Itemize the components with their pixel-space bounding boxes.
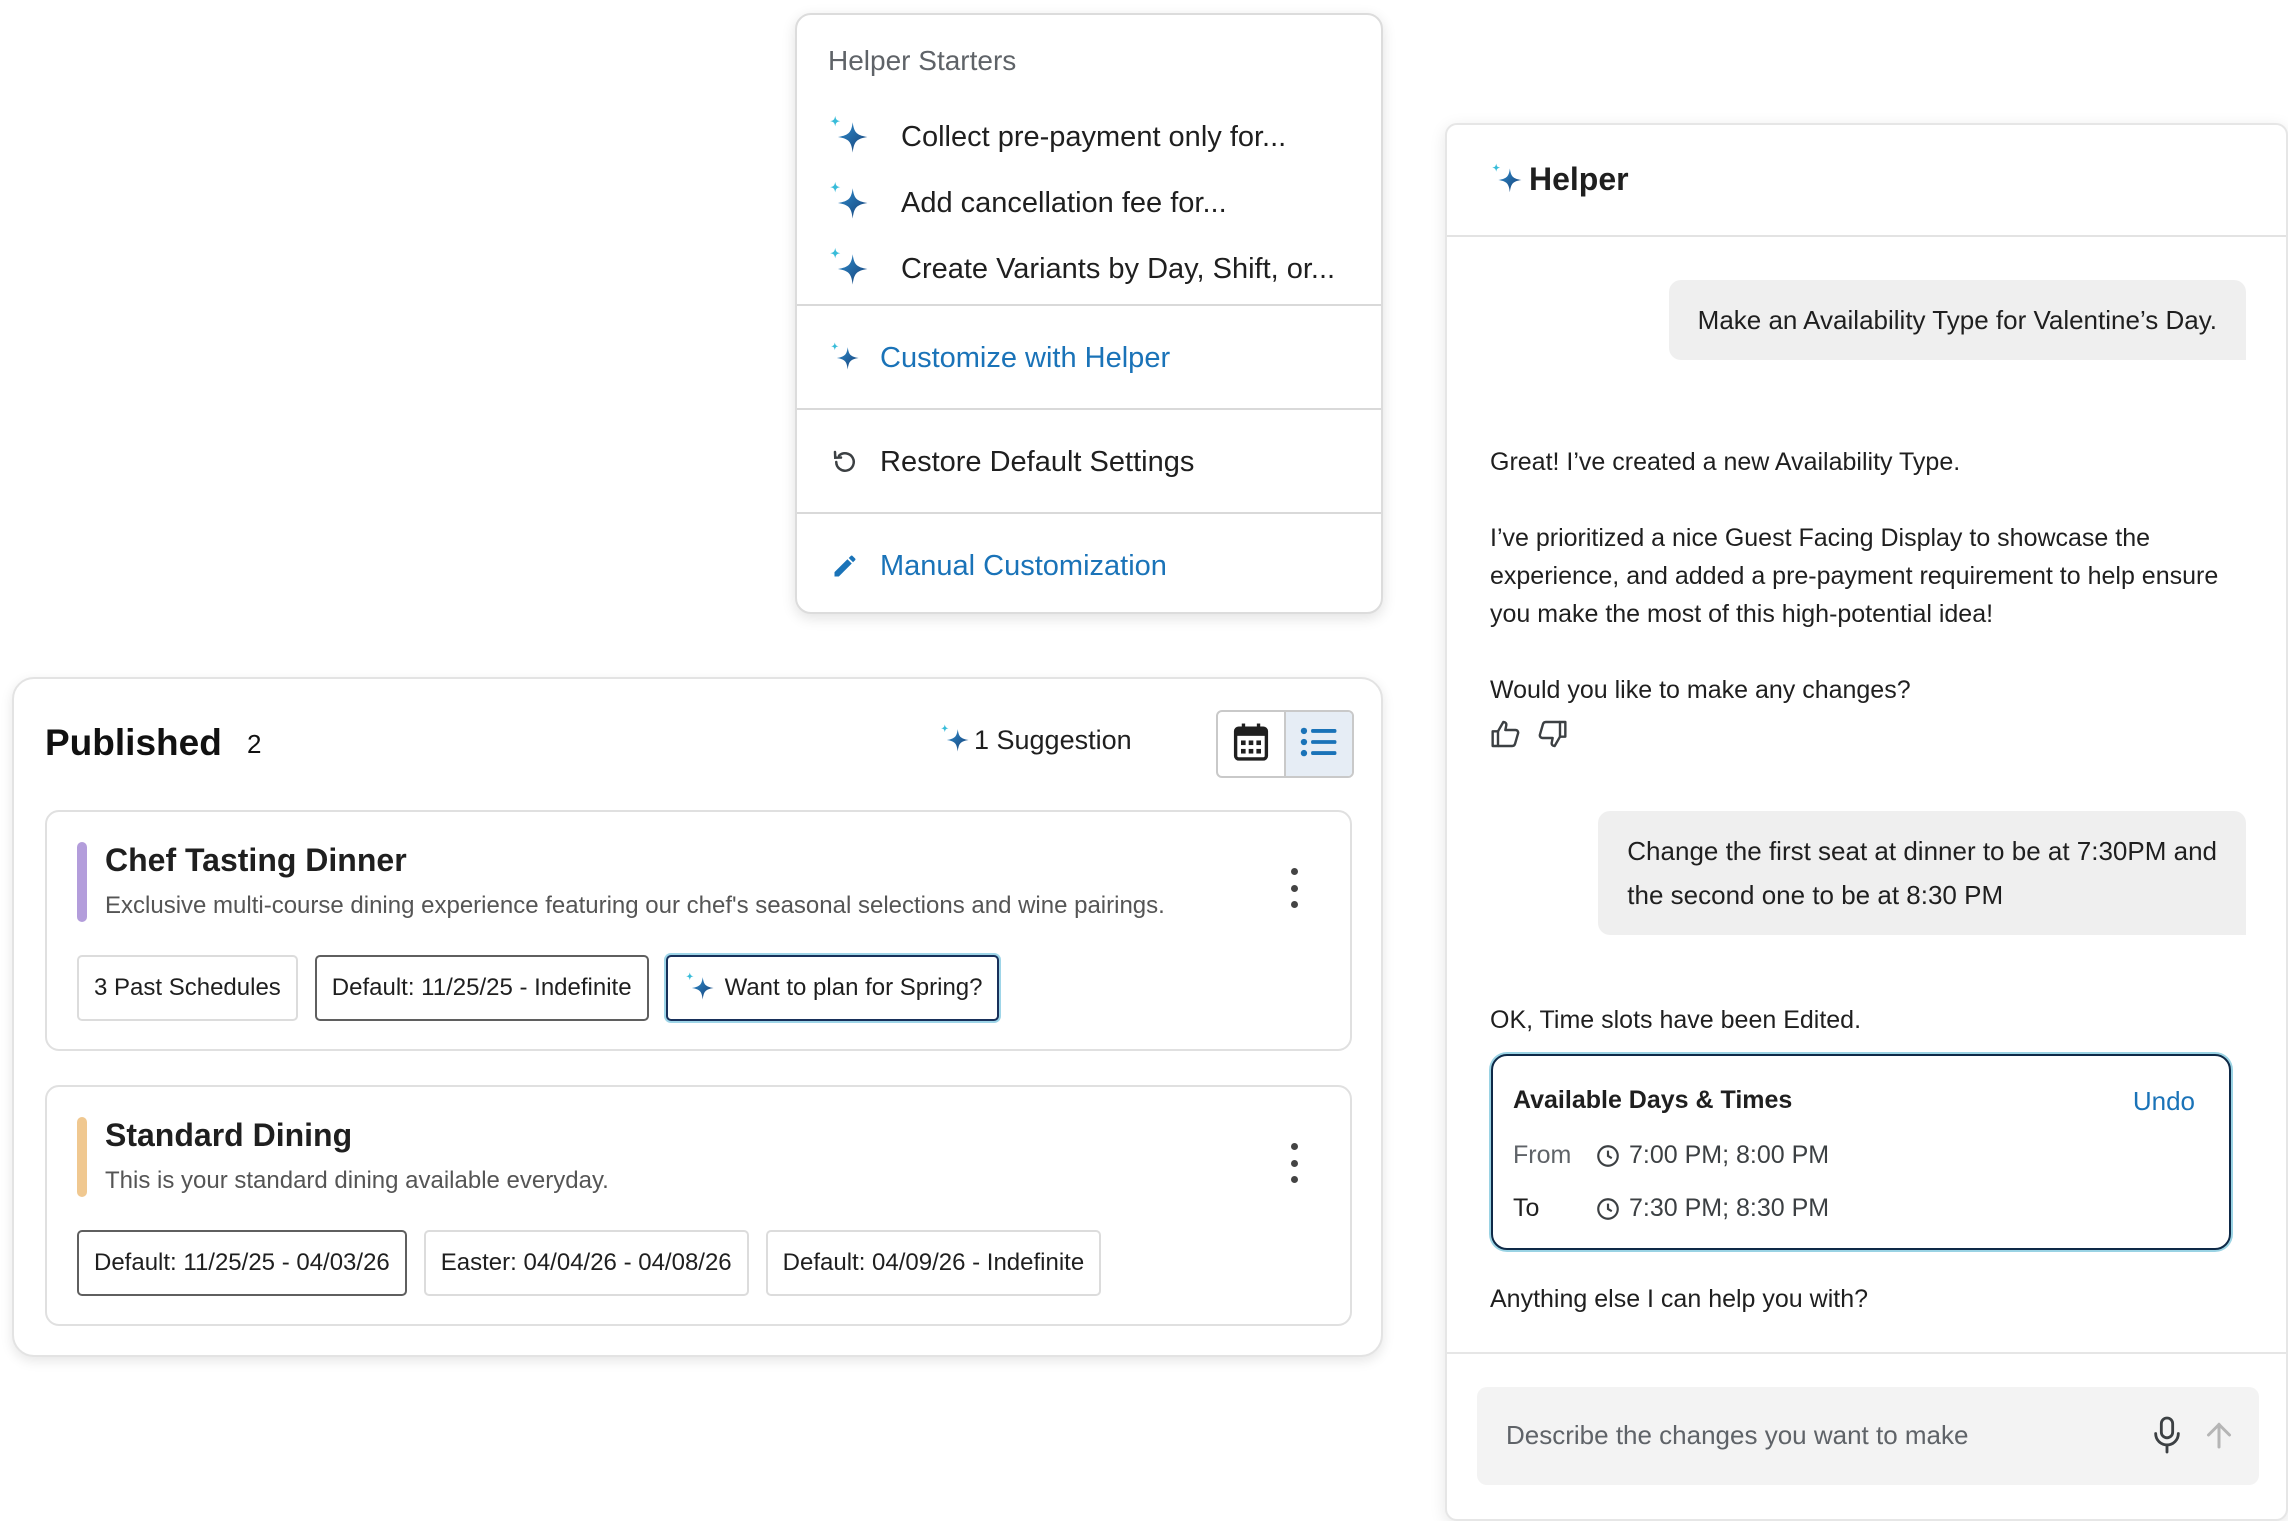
schedule-chip[interactable]: Easter: 04/04/26 - 04/08/26	[423, 1230, 749, 1296]
spring-suggestion-chip[interactable]: Want to plan for Spring?	[665, 955, 1000, 1021]
manual-customization-item[interactable]: Manual Customization	[828, 543, 1167, 589]
published-title: Published	[45, 722, 222, 763]
calendar-icon	[1232, 722, 1270, 767]
sparkle-icon	[826, 114, 872, 160]
clock-icon	[1595, 1196, 1621, 1222]
menu-divider	[797, 512, 1381, 514]
from-value: 7:00 PM; 8:00 PM	[1629, 1141, 1830, 1169]
experience-accent-bar	[77, 842, 87, 922]
starter-item-create-variants[interactable]: Create Variants by Day, Shift, or...	[826, 244, 1335, 294]
published-count: 2	[247, 729, 262, 759]
restore-default-settings-label: Restore Default Settings	[880, 445, 1195, 478]
suggestion-label: 1 Suggestion	[974, 724, 1132, 755]
user-message-text: Make an Availability Type for Valentine’…	[1697, 305, 2217, 335]
sparkle-icon	[938, 723, 972, 757]
helper-title-label: Helper	[1529, 161, 1629, 197]
customize-with-helper-item[interactable]: Customize with Helper	[828, 335, 1170, 381]
list-view-button[interactable]	[1286, 712, 1352, 776]
view-toggle	[1216, 710, 1354, 778]
helper-starters-menu: Helper Starters Collect pre-payment only…	[795, 13, 1383, 614]
experience-title: Standard Dining	[105, 1117, 353, 1153]
helper-title: Helper	[1489, 161, 1629, 198]
sparkle-icon	[683, 971, 717, 1005]
assistant-message: Would you like to make any changes?	[1490, 676, 1911, 704]
times-card-title: Available Days & Times	[1513, 1086, 1793, 1114]
kebab-menu-icon[interactable]	[1284, 1143, 1304, 1183]
experience-card-standard-dining[interactable]: Standard Dining This is your standard di…	[45, 1085, 1352, 1326]
experience-title: Chef Tasting Dinner	[105, 842, 407, 878]
list-icon	[1300, 726, 1338, 763]
kebab-menu-icon[interactable]	[1284, 868, 1304, 908]
assistant-message: Anything else I can help you with?	[1490, 1285, 1869, 1313]
starter-label: Collect pre-payment only for...	[901, 120, 1287, 153]
experience-card-chef-tasting-dinner[interactable]: Chef Tasting Dinner Exclusive multi-cour…	[45, 810, 1352, 1051]
assistant-message: OK, Time slots have been Edited.	[1490, 1006, 1862, 1034]
thumbs-down-icon[interactable]	[1536, 718, 1570, 752]
starter-label: Add cancellation fee for...	[901, 186, 1227, 219]
restore-icon	[828, 445, 862, 479]
thumbs-up-icon[interactable]	[1490, 718, 1524, 752]
from-row: From 7:00 PM; 8:00 PM	[1513, 1141, 1829, 1170]
suggestion-button[interactable]: 1 Suggestion	[938, 723, 1132, 757]
user-message-text: the second one to be at 8:30 PM	[1627, 880, 2004, 910]
spring-suggestion-label: Want to plan for Spring?	[724, 974, 983, 1001]
sparkle-icon	[828, 341, 862, 375]
experience-description: This is your standard dining available e…	[105, 1167, 609, 1194]
clock-icon	[1595, 1143, 1621, 1169]
sparkle-icon	[826, 180, 872, 226]
chat-input[interactable]: Describe the changes you want to make	[1477, 1387, 2259, 1485]
input-divider	[1447, 1352, 2286, 1354]
starter-label: Create Variants by Day, Shift, or...	[901, 252, 1336, 285]
assistant-message: Great! I’ve created a new Availability T…	[1490, 448, 1961, 476]
schedule-chips: Default: 11/25/25 - 04/03/26 Easter: 04/…	[77, 1230, 1118, 1296]
sparkle-icon	[1489, 162, 1525, 198]
sparkle-icon	[826, 246, 872, 292]
undo-button[interactable]: Undo	[2133, 1086, 2195, 1117]
published-panel: Published 2 1 Suggestion Chef Tasting Di…	[12, 677, 1383, 1357]
user-message-text: Change the first seat at dinner to be at…	[1627, 836, 2217, 866]
starter-item-cancellation-fee[interactable]: Add cancellation fee for...	[826, 178, 1227, 228]
schedule-chip[interactable]: 3 Past Schedules	[77, 955, 298, 1021]
customize-with-helper-label: Customize with Helper	[880, 341, 1171, 374]
helper-chat-panel: Helper Make an Availability Type for Val…	[1445, 123, 2288, 1521]
user-message: Make an Availability Type for Valentine’…	[1668, 280, 2246, 360]
feedback-buttons	[1490, 718, 1582, 752]
experience-accent-bar	[77, 1117, 87, 1197]
pencil-icon	[828, 549, 862, 583]
schedule-chip[interactable]: Default: 11/25/25 - Indefinite	[314, 955, 649, 1021]
user-message: Change the first seat at dinner to be at…	[1598, 811, 2246, 935]
starter-item-prepayment[interactable]: Collect pre-payment only for...	[826, 112, 1286, 162]
calendar-view-button[interactable]	[1218, 712, 1286, 776]
manual-customization-label: Manual Customization	[880, 549, 1167, 582]
send-arrow-icon[interactable]	[2201, 1417, 2237, 1453]
assistant-message: you make the most of this high-potential…	[1490, 600, 1994, 628]
schedule-chips: 3 Past Schedules Default: 11/25/25 - Ind…	[77, 955, 1016, 1021]
menu-divider	[797, 304, 1381, 306]
assistant-message: experience, and added a pre-payment requ…	[1490, 562, 2219, 590]
assistant-message: I’ve prioritized a nice Guest Facing Dis…	[1490, 524, 2151, 552]
schedule-chip[interactable]: Default: 04/09/26 - Indefinite	[765, 1230, 1102, 1296]
chat-input-placeholder: Describe the changes you want to make	[1506, 1420, 1969, 1450]
menu-divider	[797, 408, 1381, 410]
microphone-icon[interactable]	[2150, 1415, 2184, 1455]
restore-default-settings-item[interactable]: Restore Default Settings	[828, 439, 1194, 485]
experience-description: Exclusive multi-course dining experience…	[105, 892, 1165, 919]
schedule-chip[interactable]: Default: 11/25/25 - 04/03/26	[77, 1230, 407, 1296]
to-value: 7:30 PM; 8:30 PM	[1629, 1194, 1830, 1222]
available-days-times-card: Available Days & Times Undo From 7:00 PM…	[1491, 1054, 2231, 1250]
to-label: To	[1513, 1194, 1540, 1222]
to-row: To 7:30 PM; 8:30 PM	[1513, 1194, 1829, 1223]
menu-heading: Helper Starters	[828, 45, 1017, 76]
helper-header: Helper	[1447, 125, 2286, 237]
from-label: From	[1513, 1141, 1572, 1169]
